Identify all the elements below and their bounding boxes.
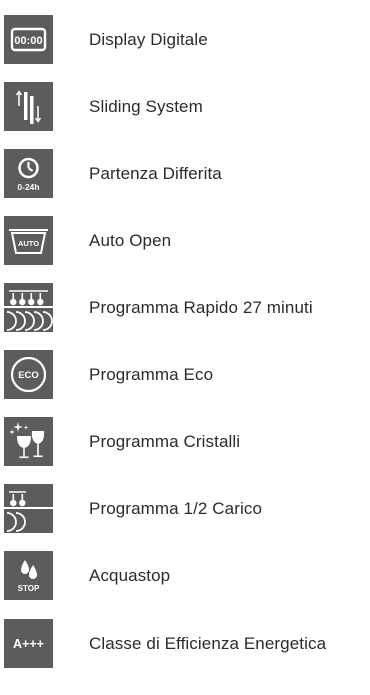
digital-display-icon-text: 00:00 — [14, 35, 42, 47]
feature-label-energy-class: Classe di Efficienza Energetica — [89, 633, 327, 653]
feature-item-aquastop: STOP Acquastop — [4, 551, 370, 600]
feature-item-digital-display: 00:00 Display Digitale — [4, 15, 370, 64]
feature-label-rapid-program: Programma Rapido 27 minuti — [89, 297, 313, 317]
aquastop-icon-text: STOP — [18, 584, 40, 593]
rapid-program-icon — [4, 283, 53, 332]
feature-item-energy-class: A+++ Classe di Efficienza Energetica — [4, 619, 370, 668]
digital-display-icon: 00:00 — [4, 15, 53, 64]
feature-label-digital-display: Display Digitale — [89, 29, 208, 49]
auto-open-icon: AUTO — [4, 216, 53, 265]
feature-item-rapid-program: Programma Rapido 27 minuti — [4, 283, 370, 332]
energy-class-icon: A+++ — [4, 619, 53, 668]
feature-item-crystal-program: Programma Cristalli — [4, 417, 370, 466]
feature-label-eco-program: Programma Eco — [89, 364, 214, 384]
aquastop-icon: STOP — [4, 551, 53, 600]
feature-label-delayed-start: Partenza Differita — [89, 163, 222, 183]
delayed-start-icon-text: 0-24h — [17, 182, 39, 192]
feature-item-sliding-system: Sliding System — [4, 82, 370, 131]
sliding-system-icon — [4, 82, 53, 131]
feature-item-eco-program: ECO Programma Eco — [4, 350, 370, 399]
feature-label-auto-open: Auto Open — [89, 230, 172, 250]
crystal-program-icon — [4, 417, 53, 466]
half-load-program-icon — [4, 484, 53, 533]
eco-program-icon-text: ECO — [18, 370, 39, 381]
feature-label-half-load-program: Programma 1/2 Carico — [89, 498, 263, 518]
feature-label-sliding-system: Sliding System — [89, 96, 203, 116]
energy-class-icon-text: A+++ — [13, 637, 44, 651]
feature-item-auto-open: AUTO Auto Open — [4, 216, 370, 265]
feature-item-half-load-program: Programma 1/2 Carico — [4, 484, 370, 533]
feature-label-crystal-program: Programma Cristalli — [89, 431, 241, 451]
delayed-start-icon: 0-24h — [4, 149, 53, 198]
auto-open-icon-text: AUTO — [18, 239, 39, 248]
feature-list: 00:00 Display Digitale Sliding System 0-… — [0, 0, 370, 695]
feature-label-aquastop: Acquastop — [89, 565, 171, 585]
eco-program-icon: ECO — [4, 350, 53, 399]
feature-item-delayed-start: 0-24h Partenza Differita — [4, 149, 370, 198]
